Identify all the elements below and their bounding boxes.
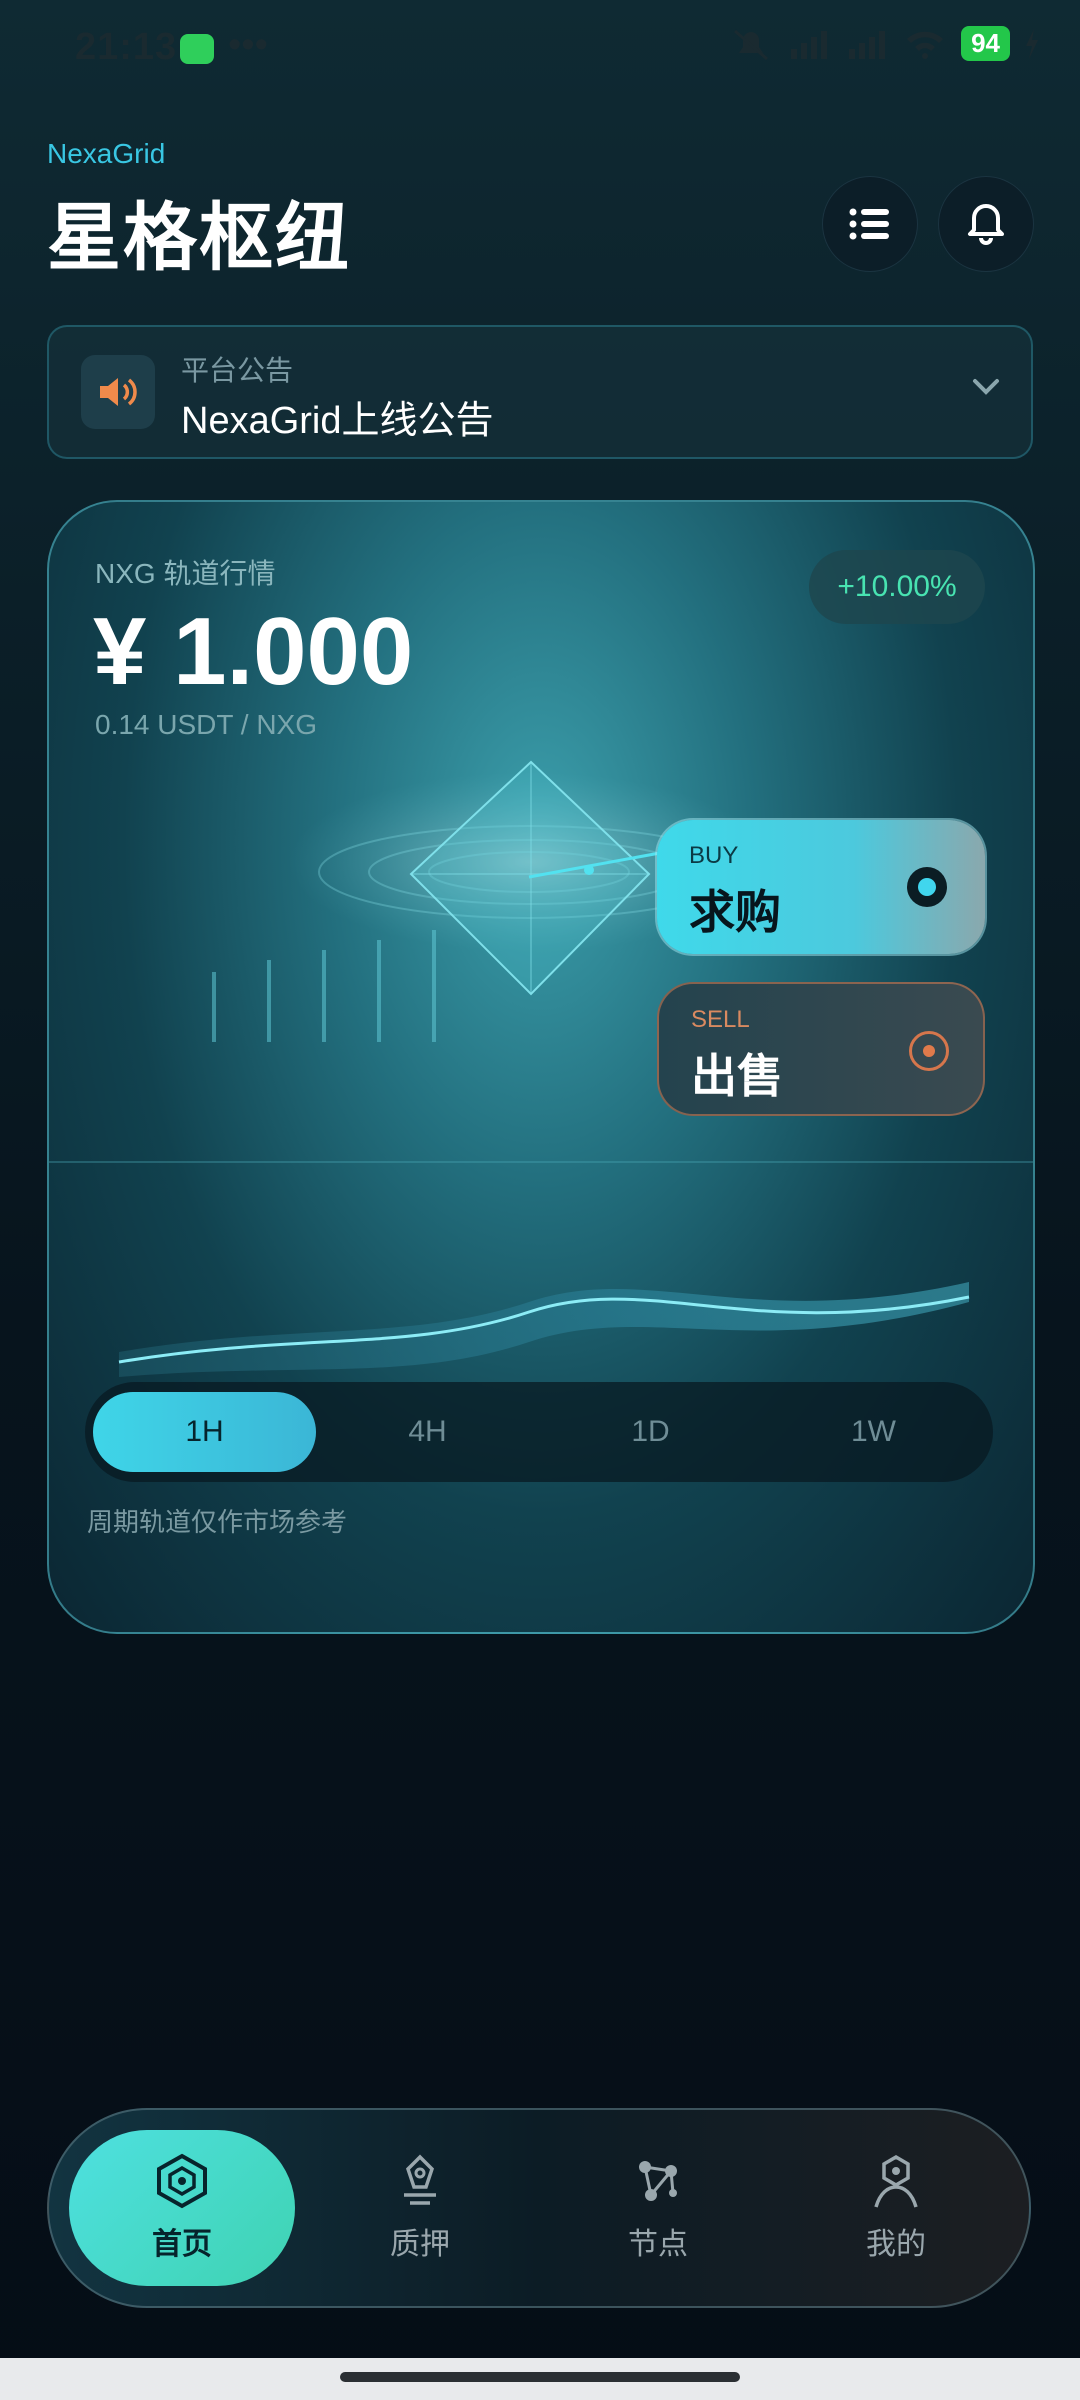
usdt-price: 0.14 USDT / NXG bbox=[95, 709, 318, 740]
buy-indicator-icon bbox=[907, 867, 947, 907]
sell-en-label: SELL bbox=[691, 1006, 750, 1033]
announcement-bar[interactable]: 平台公告 NexaGrid上线公告 bbox=[47, 325, 1033, 459]
market-card: NXG 轨道行情 ¥ 1.000 0.14 USDT / NXG +10.00%… bbox=[47, 500, 1035, 1634]
nav-profile[interactable]: 我的 bbox=[783, 2130, 1009, 2286]
tab-1h[interactable]: 1H bbox=[93, 1392, 316, 1472]
bell-icon bbox=[968, 204, 1004, 245]
sell-indicator-icon bbox=[909, 1031, 949, 1071]
notification-button[interactable] bbox=[938, 176, 1034, 272]
signal-5g-icon bbox=[849, 30, 886, 59]
status-time: 21:13 bbox=[75, 26, 178, 68]
mute-bell-icon bbox=[734, 29, 769, 60]
buy-en-label: BUY bbox=[689, 842, 739, 869]
bottom-nav: 首页 质押 节点 我的 bbox=[47, 2108, 1031, 2308]
nav-profile-label: 我的 bbox=[866, 2228, 926, 2261]
nav-node-label: 节点 bbox=[628, 2228, 688, 2261]
message-app-icon bbox=[180, 34, 214, 64]
brand-name: NexaGrid bbox=[47, 138, 166, 169]
battery-level: 94 bbox=[961, 26, 1010, 61]
node-icon bbox=[639, 2161, 677, 2201]
list-icon bbox=[849, 208, 889, 240]
nav-pledge-label: 质押 bbox=[390, 2228, 450, 2261]
status-bar: 21:13 ••• 94 bbox=[0, 0, 1080, 100]
nav-pledge[interactable]: 质押 bbox=[307, 2130, 533, 2286]
change-badge: +10.00% bbox=[809, 550, 985, 624]
status-icons: 94 bbox=[729, 26, 1040, 61]
sell-label: 出售 bbox=[691, 1050, 783, 1102]
buy-label: 求购 bbox=[689, 886, 781, 938]
sell-button[interactable]: SELL 出售 bbox=[657, 982, 985, 1116]
chevron-down-icon[interactable] bbox=[969, 367, 1003, 407]
hexagon-home-icon bbox=[157, 2153, 207, 2209]
menu-button[interactable] bbox=[822, 176, 918, 272]
speaker-icon bbox=[81, 355, 155, 429]
announcement-title: NexaGrid上线公告 bbox=[181, 400, 494, 442]
tab-4h[interactable]: 4H bbox=[316, 1392, 539, 1472]
tab-1w[interactable]: 1W bbox=[762, 1392, 985, 1472]
pledge-icon bbox=[404, 2154, 436, 2205]
nav-home-label: 首页 bbox=[152, 2228, 212, 2261]
pair-label: NXG 轨道行情 bbox=[95, 558, 276, 589]
period-tabs: 1H 4H 1D 1W bbox=[85, 1382, 993, 1482]
more-notifications-icon: ••• bbox=[228, 24, 268, 66]
signal-5g-icon bbox=[791, 30, 828, 59]
price-value: ¥ 1.000 bbox=[93, 598, 414, 705]
home-indicator[interactable] bbox=[340, 2372, 740, 2382]
profile-icon bbox=[874, 2154, 918, 2208]
period-note: 周期轨道仅作市场参考 bbox=[87, 1507, 348, 1537]
nav-node[interactable]: 节点 bbox=[545, 2130, 771, 2286]
charging-icon bbox=[1026, 28, 1038, 59]
tab-1d[interactable]: 1D bbox=[539, 1392, 762, 1472]
buy-button[interactable]: BUY 求购 bbox=[657, 820, 985, 954]
nav-home[interactable]: 首页 bbox=[69, 2130, 295, 2286]
wifi-icon bbox=[907, 31, 944, 59]
page-title: 星格枢纽 bbox=[47, 196, 351, 279]
announcement-label: 平台公告 bbox=[181, 355, 294, 386]
